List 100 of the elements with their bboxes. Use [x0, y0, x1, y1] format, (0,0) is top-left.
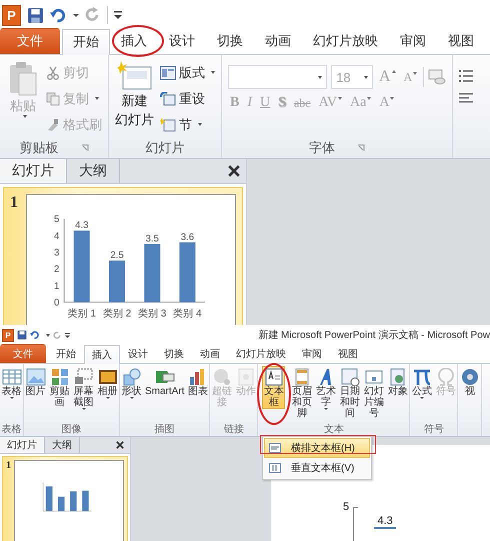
ribbon-tab[interactable]: 幻灯片放映: [302, 28, 389, 54]
chart-bar: [109, 260, 125, 302]
group-label: 表格: [2, 424, 22, 435]
ribbon-button[interactable]: SmartArt: [144, 366, 186, 398]
caret-icon[interactable]: [73, 14, 79, 16]
new-slide-button[interactable]: 新建 幻灯片: [115, 59, 154, 138]
symbol-icon: [436, 368, 456, 386]
clipboard-icon: [8, 61, 38, 97]
customize-caret-icon[interactable]: [65, 332, 70, 338]
align-icon[interactable]: [459, 93, 473, 105]
ribbon-button[interactable]: 页眉和页脚: [290, 366, 314, 420]
ribbon-button[interactable]: 幻灯片编号: [362, 366, 386, 420]
tick-label: 2: [54, 264, 60, 276]
ribbon-button[interactable]: 节: [160, 113, 215, 136]
customize-caret-icon[interactable]: [114, 10, 122, 20]
tick-label: 1: [54, 280, 60, 292]
data-label: 4.3: [75, 220, 88, 232]
ribbon-tab[interactable]: 插入: [110, 28, 158, 54]
ribbon-button[interactable]: 艺术字: [314, 366, 338, 411]
ribbon-button[interactable]: 日期和时间: [338, 366, 362, 420]
axis-tick-label: 5: [343, 501, 350, 513]
album-icon: [98, 368, 118, 386]
ribbon-button[interactable]: 视: [458, 366, 482, 398]
ribbon-button[interactable]: 形状: [120, 366, 143, 400]
panel-tab[interactable]: 大纲: [45, 437, 80, 453]
ribbon-tab[interactable]: 切换: [156, 344, 192, 363]
ribbon-button[interactable]: 图片: [24, 366, 47, 398]
ribbon-tab[interactable]: 幻灯片放映: [228, 344, 294, 363]
ribbon-tab[interactable]: 动画: [192, 344, 228, 363]
save-icon[interactable]: [17, 330, 27, 340]
picture-icon: [26, 368, 46, 386]
slide-number: 1: [10, 194, 18, 213]
slide-thumbnail-item[interactable]: 1: [2, 456, 128, 541]
ribbon-tab[interactable]: 插入: [84, 345, 120, 364]
data-label: 3.6: [180, 232, 194, 243]
reset-icon: [160, 92, 176, 106]
close-icon[interactable]: [228, 165, 240, 177]
group-label: 符号: [424, 424, 444, 435]
chart-bar: [74, 230, 90, 302]
menu-item[interactable]: 垂直文本框(V): [264, 458, 370, 478]
ribbon-tab[interactable]: 审阅: [389, 28, 437, 54]
ribbon-tab[interactable]: 视图: [437, 28, 485, 54]
group-label: 插图: [154, 424, 175, 435]
group-label: 幻灯片: [146, 139, 184, 157]
ribbon-tab[interactable]: 审阅: [294, 344, 330, 363]
ribbon-button[interactable]: 文本框: [262, 366, 286, 409]
action-icon: [236, 368, 256, 386]
section-icon: [160, 118, 176, 132]
data-label: 2.5: [110, 250, 124, 262]
tick-label: 4: [54, 230, 60, 242]
panel-tab[interactable]: 大纲: [67, 159, 120, 183]
slide-number: 1: [6, 460, 11, 473]
close-icon[interactable]: [116, 441, 124, 449]
ribbon-button[interactable]: 公式: [410, 366, 434, 400]
caret-icon[interactable]: [46, 334, 50, 336]
data-label: 4.3: [377, 515, 393, 527]
menu-item[interactable]: 横排文本框(H): [264, 438, 370, 458]
hyperlink-icon: [212, 368, 232, 386]
group-label: 文本: [324, 424, 344, 435]
panel-tab[interactable]: 幻灯片: [0, 437, 45, 453]
app-logo[interactable]: P: [2, 4, 21, 26]
ribbon-tab[interactable]: 开始: [62, 29, 110, 55]
ribbon-tab[interactable]: 文件: [0, 344, 46, 363]
ribbon-button[interactable]: 表格: [0, 366, 23, 400]
shapes-icon: [122, 368, 142, 386]
ribbon-tab[interactable]: 开始: [48, 344, 84, 363]
category-label: 类别 1: [68, 308, 96, 320]
category-label: 类别 3: [138, 308, 166, 320]
group-label: 图像: [62, 424, 82, 435]
group-label: 剪贴板: [20, 139, 58, 157]
datetime-icon: [340, 368, 360, 386]
ribbon-tab[interactable]: 动画: [254, 28, 302, 54]
ribbon-tab[interactable]: 设计: [158, 28, 206, 54]
textbox-icon: [264, 368, 284, 386]
data-label: 3.5: [146, 234, 159, 245]
ribbon-button[interactable]: 版式: [160, 61, 215, 84]
bar-chart-drawing: [42, 482, 92, 512]
ribbon-button[interactable]: 图表: [186, 366, 210, 398]
ribbon-button[interactable]: 相册: [96, 366, 119, 400]
ribbon-button[interactable]: 剪贴画: [48, 366, 71, 409]
panel-tab[interactable]: 幻灯片: [0, 159, 67, 183]
slidenumber-icon: [364, 368, 384, 386]
ribbon-tab[interactable]: 切换: [206, 28, 254, 54]
ribbon-tab[interactable]: 视图: [330, 344, 366, 363]
ribbon-tab[interactable]: 设计: [120, 344, 156, 363]
ribbon-button[interactable]: 屏幕截图: [72, 366, 95, 411]
bullets-icon[interactable]: [459, 69, 473, 83]
save-icon[interactable]: [27, 6, 44, 24]
ribbon-button[interactable]: 对象: [386, 366, 410, 398]
undo-icon[interactable]: [30, 330, 40, 340]
ribbon-button[interactable]: 重设: [160, 87, 215, 110]
text-box-icon: [269, 463, 281, 473]
app-logo[interactable]: P: [2, 328, 14, 342]
tick-label: 5: [54, 214, 60, 226]
undo-icon[interactable]: [50, 6, 67, 24]
tick-label: 0: [54, 297, 60, 308]
category-label: 类别 4: [173, 308, 202, 320]
slide-thumbnail-item[interactable]: 1 0 1 2 3 4 5 4.3 2.5 3.5 3.6 类别 1 类别 2 类别 3 类别 4: [3, 187, 243, 325]
ribbon-tab[interactable]: 文件: [0, 28, 60, 54]
table-icon: [2, 368, 22, 386]
